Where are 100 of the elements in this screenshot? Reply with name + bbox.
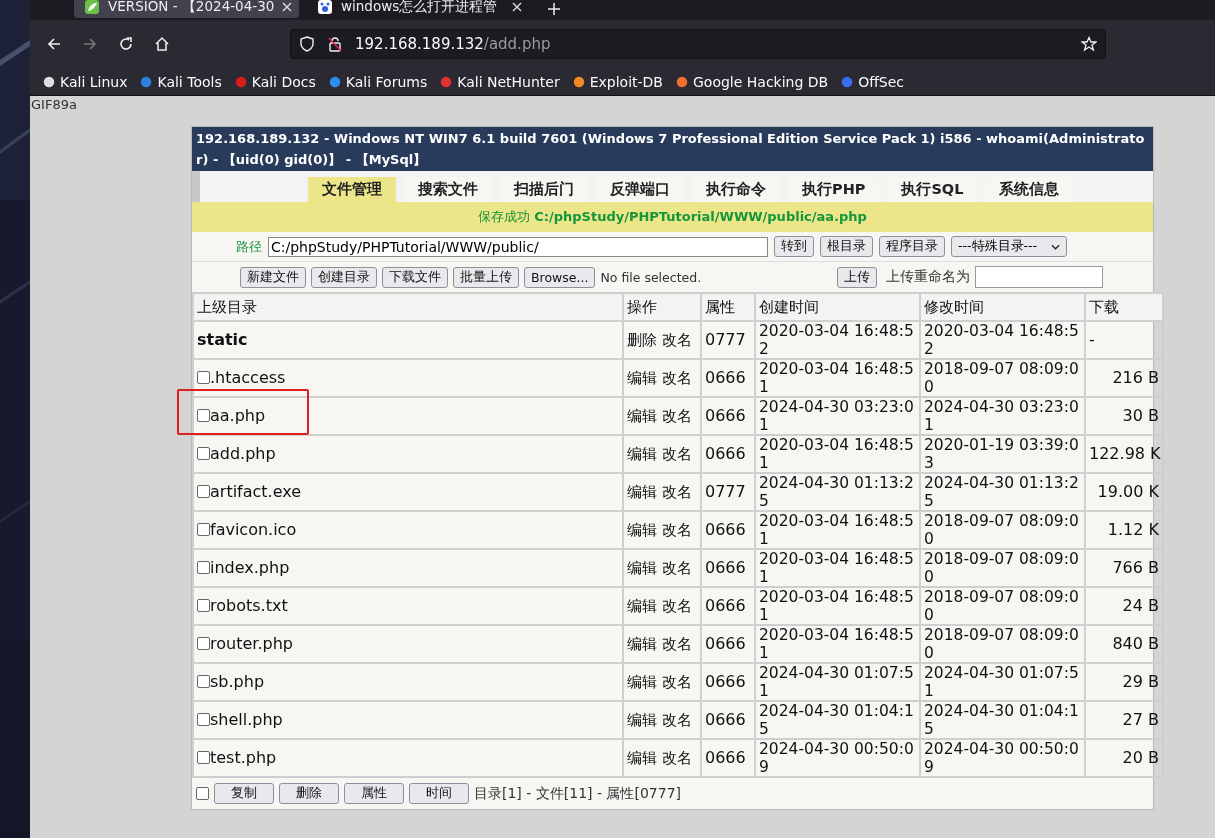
folder-name[interactable]: static: [197, 330, 248, 349]
file-name[interactable]: shell.php: [210, 710, 283, 729]
size-cell: 216 B: [1085, 359, 1163, 397]
new-tab-icon[interactable]: [548, 3, 560, 15]
action-link[interactable]: 编辑: [627, 711, 657, 729]
action-link[interactable]: 改名: [662, 483, 692, 501]
select-all-checkbox[interactable]: [196, 787, 209, 800]
action-link[interactable]: 改名: [662, 635, 692, 653]
file-action-button[interactable]: 批量上传: [453, 266, 519, 288]
bookmark[interactable]: Kali NetHunter: [439, 73, 560, 90]
bookmark-icon: [439, 74, 454, 89]
action-link[interactable]: 编辑: [627, 369, 657, 387]
action-link[interactable]: 编辑: [627, 597, 657, 615]
file-action-button[interactable]: 下载文件: [382, 266, 448, 288]
file-name[interactable]: .htaccess: [210, 368, 286, 387]
checkbox[interactable]: [197, 599, 210, 612]
rename-label: 上传重命名为: [886, 268, 970, 286]
path-field[interactable]: C:/phpStudy/PHPTutorial/WWW/public/: [268, 236, 768, 257]
action-link[interactable]: 改名: [662, 521, 692, 539]
file-name[interactable]: index.php: [210, 558, 290, 577]
batch-button[interactable]: 时间: [409, 783, 469, 804]
action-link[interactable]: 编辑: [627, 483, 657, 501]
action-link[interactable]: 改名: [662, 331, 692, 349]
bookmark[interactable]: Kali Tools: [139, 73, 222, 90]
bookmark[interactable]: Kali Forums: [327, 73, 428, 90]
menu-tab[interactable]: 执行命令: [692, 177, 780, 202]
file-name[interactable]: aa.php: [210, 406, 266, 425]
action-link[interactable]: 编辑: [627, 521, 657, 539]
path-button[interactable]: 程序目录: [879, 236, 945, 257]
rename-field[interactable]: [975, 266, 1103, 288]
modified-cell: 2024-04-30 03:23:01: [920, 397, 1085, 435]
modified-cell: 2020-03-04 16:48:52: [920, 321, 1085, 359]
checkbox[interactable]: [197, 371, 210, 384]
menu-tab[interactable]: 系统信息: [985, 177, 1074, 202]
close-icon[interactable]: [512, 2, 522, 12]
checkbox[interactable]: [197, 637, 210, 650]
file-name[interactable]: artifact.exe: [210, 482, 302, 501]
menu-tab[interactable]: 反弹端口: [596, 177, 684, 202]
action-link[interactable]: 编辑: [627, 445, 657, 463]
path-button[interactable]: 转到: [774, 236, 814, 257]
path-button[interactable]: 根目录: [820, 236, 873, 257]
checkbox[interactable]: [197, 409, 210, 422]
action-link[interactable]: 删除: [627, 331, 657, 349]
action-link[interactable]: 改名: [662, 597, 692, 615]
forward-icon[interactable]: [82, 36, 98, 52]
action-link[interactable]: 编辑: [627, 673, 657, 691]
action-link[interactable]: 改名: [662, 445, 692, 463]
bookmark[interactable]: Exploit-DB: [571, 73, 663, 90]
menu-tab[interactable]: 执行SQL: [887, 177, 978, 202]
batch-button[interactable]: 删除: [279, 783, 339, 804]
browser-tab[interactable]: windows怎么打开进程管: [307, 0, 532, 18]
file-name[interactable]: add.php: [210, 444, 276, 463]
home-icon[interactable]: [154, 36, 170, 52]
address-bar[interactable]: 192.168.189.132/add.php: [290, 29, 1106, 59]
chevron-icon: [1051, 243, 1061, 250]
batch-button[interactable]: 属性: [344, 783, 404, 804]
file-name[interactable]: test.php: [210, 748, 277, 767]
checkbox[interactable]: [197, 523, 210, 536]
menu-tab[interactable]: 执行PHP: [788, 177, 880, 202]
reload-icon[interactable]: [118, 36, 134, 52]
back-icon[interactable]: [46, 36, 62, 52]
batch-button[interactable]: 复制: [214, 783, 274, 804]
checkbox[interactable]: [197, 485, 210, 498]
bookmark[interactable]: Kali Docs: [233, 73, 316, 90]
checkbox[interactable]: [197, 675, 210, 688]
special-dir-select[interactable]: ---特殊目录---: [951, 236, 1068, 257]
checkbox[interactable]: [197, 713, 210, 726]
action-link[interactable]: 编辑: [627, 559, 657, 577]
file-action-button[interactable]: 创建目录: [311, 266, 377, 288]
file-name[interactable]: favicon.ico: [210, 520, 297, 539]
action-link[interactable]: 编辑: [627, 749, 657, 767]
file-name[interactable]: router.php: [210, 634, 293, 653]
menu-tab[interactable]: 搜索文件: [404, 177, 492, 202]
browser-tab[interactable]: VERSION - 【2024-04-30: [74, 0, 299, 18]
file-name[interactable]: robots.txt: [210, 596, 288, 615]
action-link[interactable]: 改名: [662, 559, 692, 577]
browse-button[interactable]: Browse...: [524, 266, 596, 288]
bookmark[interactable]: Kali Linux: [42, 73, 128, 90]
menu-tab[interactable]: 文件管理: [308, 177, 396, 202]
checkbox[interactable]: [197, 561, 210, 574]
close-icon[interactable]: [282, 2, 293, 12]
modified-cell: 2020-01-19 03:39:03: [920, 435, 1085, 473]
action-link[interactable]: 改名: [662, 407, 692, 425]
bookmark[interactable]: OffSec: [840, 73, 905, 90]
star-icon[interactable]: [1081, 36, 1097, 52]
file-name[interactable]: sb.php: [210, 672, 265, 691]
action-link[interactable]: 改名: [662, 673, 692, 691]
file-status: No file selected.: [600, 269, 702, 285]
menu-tab[interactable]: 扫描后门: [500, 177, 588, 202]
action-link[interactable]: 编辑: [627, 407, 657, 425]
checkbox[interactable]: [197, 447, 210, 460]
action-link[interactable]: 改名: [662, 711, 692, 729]
checkbox[interactable]: [197, 751, 210, 764]
upload-button[interactable]: 上传: [837, 266, 877, 288]
file-action-button[interactable]: 新建文件: [240, 266, 306, 288]
bookmark[interactable]: Google Hacking DB: [675, 73, 829, 90]
modified-cell: 2018-09-07 08:09:00: [920, 511, 1085, 549]
action-link[interactable]: 改名: [662, 749, 692, 767]
action-link[interactable]: 改名: [662, 369, 692, 387]
action-link[interactable]: 编辑: [627, 635, 657, 653]
